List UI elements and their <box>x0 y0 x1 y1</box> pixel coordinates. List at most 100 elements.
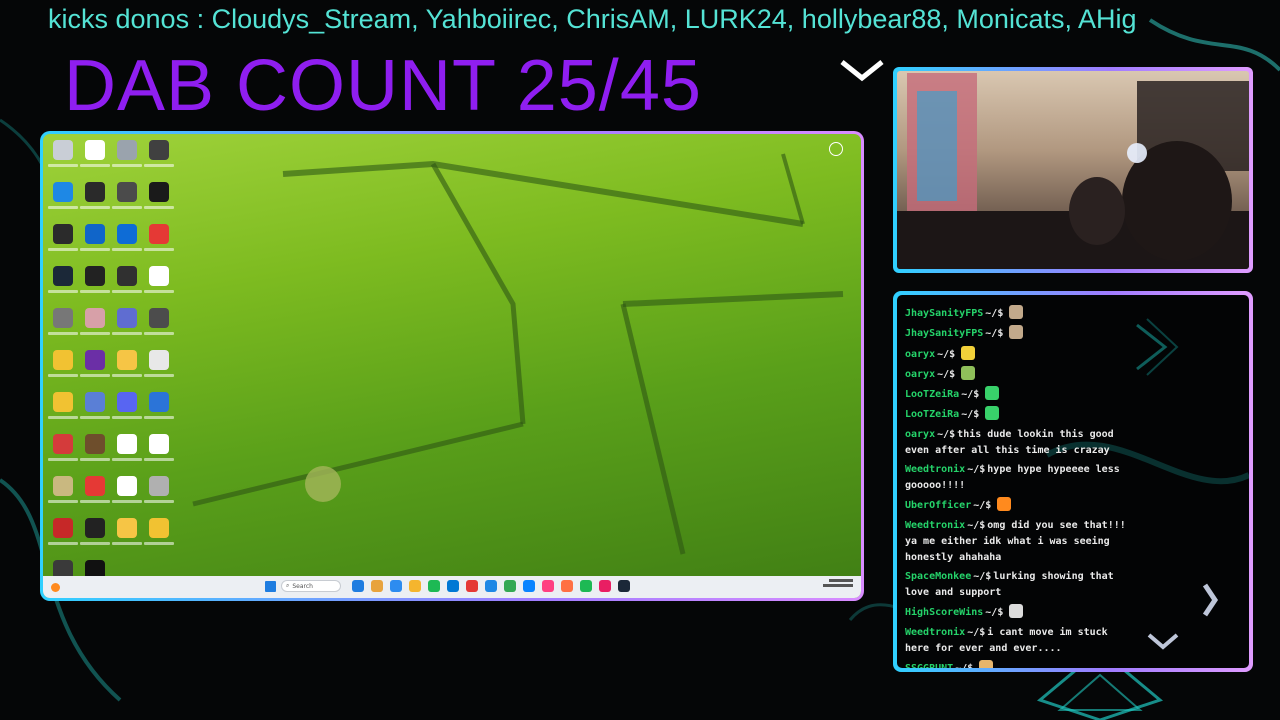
app-icon <box>85 140 105 160</box>
desktop-icon[interactable] <box>143 518 175 560</box>
chat-prompt: ~/$ <box>985 328 1004 340</box>
app-icon <box>53 182 73 202</box>
taskbar-app-icon[interactable] <box>504 580 516 592</box>
desktop-icon-grid <box>47 140 175 598</box>
desktop-icon[interactable] <box>47 140 79 182</box>
taskbar-app-icon[interactable] <box>371 580 383 592</box>
chat-username[interactable]: Weedtronix <box>905 627 965 638</box>
app-icon <box>149 140 169 160</box>
app-icon <box>149 518 169 538</box>
taskbar-app-icon[interactable] <box>599 580 611 592</box>
app-icon <box>149 350 169 370</box>
app-icon <box>149 266 169 286</box>
desktop-icon[interactable] <box>47 518 79 560</box>
desktop-icon[interactable] <box>143 266 175 308</box>
app-icon <box>149 224 169 244</box>
taskbar-app-icon[interactable] <box>428 580 440 592</box>
chat-emote-icon <box>985 406 1000 421</box>
desktop-icon[interactable] <box>47 266 79 308</box>
widgets-icon[interactable] <box>829 142 843 156</box>
taskbar-app-icon[interactable] <box>618 580 630 592</box>
desktop-icon[interactable] <box>79 140 111 182</box>
desktop-icon[interactable] <box>79 182 111 224</box>
desktop-icon[interactable] <box>111 518 143 560</box>
desktop-icon[interactable] <box>47 308 79 350</box>
taskbar-app-icon[interactable] <box>390 580 402 592</box>
desktop-icon[interactable] <box>111 392 143 434</box>
desktop-icon[interactable] <box>111 266 143 308</box>
icon-label <box>112 290 142 293</box>
desktop-icon[interactable] <box>111 308 143 350</box>
desktop-icon[interactable] <box>111 350 143 392</box>
desktop-icon[interactable] <box>111 224 143 266</box>
start-button[interactable] <box>265 580 276 592</box>
desktop-icon[interactable] <box>143 140 175 182</box>
desktop-icon[interactable] <box>79 434 111 476</box>
chat-username[interactable]: LooTZeiRa <box>905 389 959 400</box>
chat-username[interactable]: Weedtronix <box>905 464 965 475</box>
desktop-icon[interactable] <box>47 476 79 518</box>
desktop-icon[interactable] <box>143 434 175 476</box>
taskbar-app-icon[interactable] <box>466 580 478 592</box>
app-icon <box>85 182 105 202</box>
desktop-icon[interactable] <box>79 224 111 266</box>
chat-message: oaryx ~/$ this dude lookin this good even … <box>905 427 1135 459</box>
taskbar-app-icon[interactable] <box>352 580 364 592</box>
desktop-icon[interactable] <box>79 308 111 350</box>
donation-ticker: kicks donos : Cloudys_Stream, Yahboiirec… <box>48 4 1137 34</box>
chat-username[interactable]: HighScoreWins <box>905 607 983 618</box>
taskbar-app-icon[interactable] <box>447 580 459 592</box>
chat-username[interactable]: oaryx <box>905 349 935 360</box>
desktop-icon[interactable] <box>143 476 175 518</box>
desktop-icon[interactable] <box>111 182 143 224</box>
chat-message: JhaySanityFPS ~/$ <box>905 305 1135 322</box>
desktop-icon[interactable] <box>47 224 79 266</box>
system-tray[interactable] <box>823 579 853 587</box>
chat-username[interactable]: SpaceMonkee <box>905 571 971 582</box>
desktop-icon[interactable] <box>111 434 143 476</box>
chat-emote-icon <box>997 497 1012 512</box>
taskbar-app-icon[interactable] <box>485 580 497 592</box>
chat-username[interactable]: Weedtronix <box>905 520 965 531</box>
desktop-capture-frame: ⌕ Search <box>40 131 864 601</box>
taskbar-app-icon[interactable] <box>523 580 535 592</box>
app-icon <box>117 266 137 286</box>
chat-username[interactable]: oaryx <box>905 429 935 440</box>
desktop-icon[interactable] <box>143 350 175 392</box>
icon-label <box>144 374 174 377</box>
desktop-icon[interactable] <box>47 182 79 224</box>
desktop-icon[interactable] <box>79 350 111 392</box>
desktop-icon[interactable] <box>79 266 111 308</box>
desktop-icon[interactable] <box>47 350 79 392</box>
chat-prompt: ~/$ <box>961 409 980 421</box>
desktop-icon[interactable] <box>143 182 175 224</box>
taskbar-app-icon[interactable] <box>561 580 573 592</box>
app-icon <box>53 140 73 160</box>
taskbar-app-icon[interactable] <box>542 580 554 592</box>
clock-date <box>823 584 853 587</box>
icon-label <box>48 164 78 167</box>
chat-username[interactable]: oaryx <box>905 369 935 380</box>
icon-label <box>80 248 110 251</box>
desktop-icon[interactable] <box>79 392 111 434</box>
desktop-icon[interactable] <box>143 224 175 266</box>
taskbar-app-icon[interactable] <box>409 580 421 592</box>
chat-username[interactable]: SSGGRUNT <box>905 663 953 668</box>
desktop-icon[interactable] <box>143 392 175 434</box>
desktop-icon[interactable] <box>47 434 79 476</box>
icon-label <box>80 374 110 377</box>
desktop-icon[interactable] <box>111 476 143 518</box>
chat-username[interactable]: LooTZeiRa <box>905 409 959 420</box>
chat-username[interactable]: JhaySanityFPS <box>905 308 983 319</box>
chat-username[interactable]: JhaySanityFPS <box>905 328 983 339</box>
desktop-icon[interactable] <box>79 518 111 560</box>
desktop-icon[interactable] <box>111 140 143 182</box>
chat-message: oaryx ~/$ <box>905 365 1135 383</box>
taskbar-app-icon[interactable] <box>580 580 592 592</box>
chat-username[interactable]: UberOfficer <box>905 500 971 511</box>
taskbar-search-input[interactable]: ⌕ Search <box>281 580 341 592</box>
desktop-icon[interactable] <box>47 392 79 434</box>
weather-widget[interactable] <box>51 580 81 594</box>
desktop-icon[interactable] <box>79 476 111 518</box>
desktop-icon[interactable] <box>143 308 175 350</box>
